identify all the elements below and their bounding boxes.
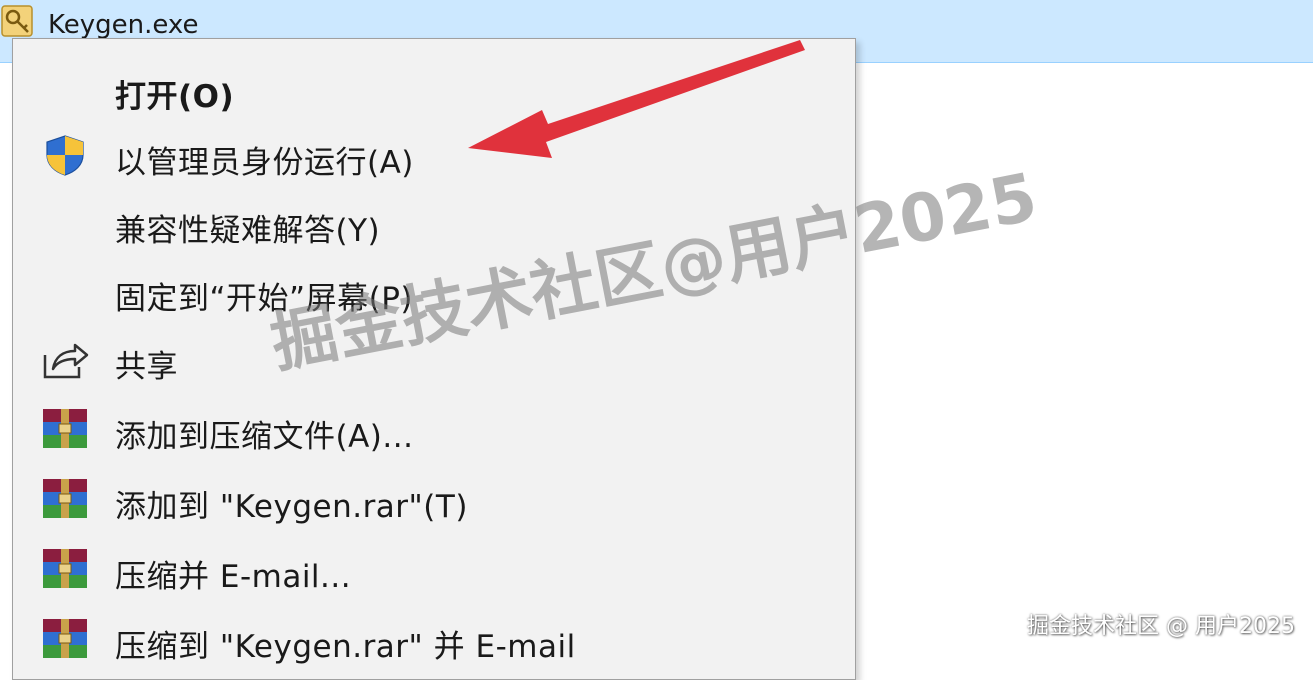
uac-shield-icon (46, 135, 84, 176)
menu-item-label: 添加到 "Keygen.rar"(T) (115, 489, 468, 525)
winrar-icon (43, 409, 87, 448)
menu-item-compress-to-rar-and-email[interactable]: 压缩到 "Keygen.rar" 并 E-mail (13, 609, 855, 669)
menu-item-label: 压缩到 "Keygen.rar" 并 E-mail (115, 629, 576, 665)
menu-item-compress-and-email[interactable]: 压缩并 E-mail... (13, 539, 855, 599)
menu-item-label: 兼容性疑难解答(Y) (115, 213, 381, 249)
menu-item-add-to-keygen-rar[interactable]: 添加到 "Keygen.rar"(T) (13, 469, 855, 529)
context-menu: 打开(O) 以管理员身份运行(A) 兼容性疑难解答(Y) 固定到“开始”屏幕(P… (12, 38, 856, 680)
file-name: Keygen.exe (48, 10, 199, 40)
winrar-icon (43, 479, 87, 518)
menu-item-label: 固定到“开始”屏幕(P) (115, 281, 414, 317)
menu-item-pin-to-start[interactable]: 固定到“开始”屏幕(P) (13, 261, 855, 321)
menu-item-label: 打开(O) (115, 79, 235, 115)
winrar-icon (43, 619, 87, 658)
winrar-icon (43, 549, 87, 588)
menu-item-label: 共享 (115, 349, 178, 385)
menu-item-run-as-admin[interactable]: 以管理员身份运行(A) (13, 125, 855, 185)
menu-item-share[interactable]: 共享 (13, 329, 855, 389)
key-icon (1, 5, 33, 37)
menu-item-compat-troubleshoot[interactable]: 兼容性疑难解答(Y) (13, 193, 855, 253)
menu-item-label: 压缩并 E-mail... (115, 559, 352, 595)
share-icon (43, 343, 89, 379)
menu-item-add-to-archive[interactable]: 添加到压缩文件(A)... (13, 399, 855, 459)
menu-item-open[interactable]: 打开(O) (13, 59, 855, 119)
watermark-corner: 掘金技术社区 @ 用户2025 (1027, 614, 1295, 639)
menu-item-label: 以管理员身份运行(A) (115, 145, 414, 181)
menu-item-label: 添加到压缩文件(A)... (115, 419, 414, 455)
